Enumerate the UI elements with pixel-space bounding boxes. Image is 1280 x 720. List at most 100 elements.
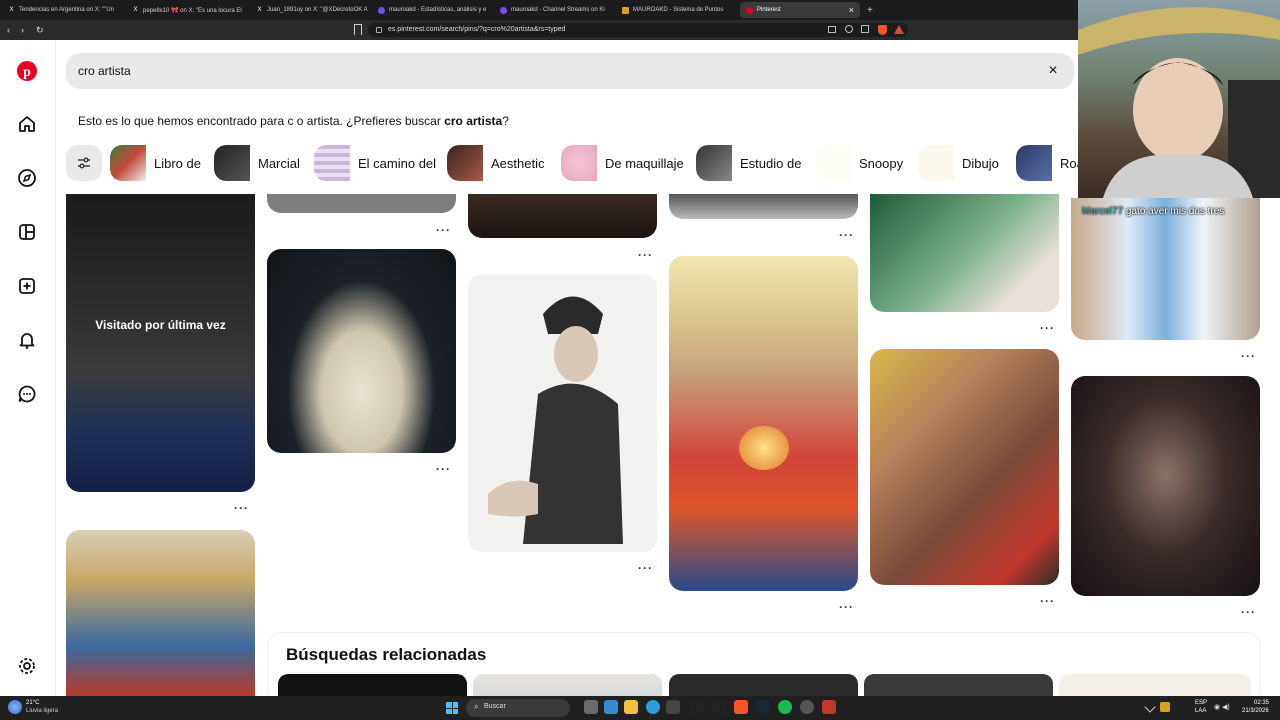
site-info-icon[interactable]: [376, 27, 382, 33]
browser-tab[interactable]: mauroakd - Channel Streams on Ki: [494, 2, 612, 18]
pin-more-button[interactable]: ···: [234, 502, 249, 514]
browser-tab[interactable]: X Tendencias en Argentina on X: ""Un: [2, 2, 122, 18]
chip-el-camino-del[interactable]: El camino del: [314, 145, 440, 181]
pin-more-button[interactable]: ···: [1040, 322, 1055, 334]
app-mm-icon[interactable]: [712, 700, 726, 714]
boards-icon[interactable]: [16, 221, 38, 243]
brave-icon[interactable]: [734, 700, 748, 714]
visited-label: Visitado por última vez: [95, 318, 226, 332]
pin-more-button[interactable]: ···: [839, 601, 854, 613]
explore-icon[interactable]: [16, 167, 38, 189]
zoom-icon[interactable]: [845, 25, 853, 33]
chip-thumbnail: [696, 145, 732, 181]
pin-more-button[interactable]: ···: [1040, 595, 1055, 607]
browser-tab-active[interactable]: Pinterest ×: [740, 2, 860, 18]
tray-app-icon[interactable]: [1160, 702, 1170, 712]
file-explorer-icon[interactable]: [624, 700, 638, 714]
back-icon[interactable]: ‹: [7, 24, 10, 36]
pin-image[interactable]: [870, 349, 1059, 585]
chip-roa[interactable]: Roa: [1016, 145, 1078, 181]
notifications-icon[interactable]: [16, 329, 38, 351]
pin-more-button[interactable]: ···: [436, 224, 451, 236]
pin-more-button[interactable]: ···: [839, 229, 854, 241]
chip-de-maquillaje[interactable]: De maquillaje: [561, 145, 687, 181]
brave-shield-icon[interactable]: [878, 25, 887, 35]
pin-more-button[interactable]: ···: [638, 249, 653, 261]
new-tab-button[interactable]: +: [864, 2, 878, 18]
kick-icon: [378, 6, 385, 14]
settings-icon[interactable]: [16, 655, 38, 677]
pin-image[interactable]: [66, 530, 255, 696]
app-fe-icon[interactable]: [690, 700, 704, 714]
obs-icon[interactable]: [800, 700, 814, 714]
filter-button[interactable]: [66, 145, 102, 181]
windows-start-icon[interactable]: [446, 702, 458, 714]
search-suggestion: Esto es lo que hemos encontrado para c o…: [78, 114, 509, 128]
chip-thumbnail: [314, 145, 350, 181]
browser-tab[interactable]: MAUROAKD - Sistema de Puntos: [616, 2, 734, 18]
pinterest-icon: [746, 6, 753, 14]
clock-time[interactable]: 02:35: [1254, 700, 1269, 706]
bookmark-icon[interactable]: [354, 24, 362, 35]
pin-more-button[interactable]: ···: [1241, 350, 1256, 362]
search-icon: ⌕: [474, 702, 479, 711]
forward-icon[interactable]: ›: [21, 24, 24, 36]
search-input[interactable]: cro artista: [66, 53, 1074, 89]
chip-libro-de[interactable]: Libro de: [110, 145, 206, 181]
network-volume-icon[interactable]: ◉ ◀): [1214, 703, 1244, 711]
pin-image[interactable]: [1071, 376, 1260, 596]
share-icon[interactable]: [861, 25, 869, 33]
chat-username: Marcel77: [1082, 206, 1124, 217]
suggested-term-link[interactable]: cro artista: [444, 114, 502, 128]
pin-image[interactable]: [669, 256, 858, 591]
pin-image[interactable]: [870, 194, 1059, 312]
pin-image[interactable]: [267, 194, 456, 213]
language-indicator[interactable]: ESP: [1195, 700, 1207, 706]
url-field[interactable]: es.pinterest.com/search/pins/?q=cro%20ar…: [368, 23, 908, 37]
chip-marcial[interactable]: Marcial: [214, 145, 306, 181]
pin-image[interactable]: [669, 194, 858, 219]
task-view-icon[interactable]: [584, 700, 598, 714]
create-icon[interactable]: [16, 275, 38, 297]
pin-more-button[interactable]: ···: [1241, 606, 1256, 618]
browser-tab[interactable]: Xpepe8x10 🎀 on X: "Es una locura El: [126, 2, 246, 18]
x-icon: X: [133, 6, 138, 13]
pin-visited[interactable]: Visitado por última vez: [66, 194, 255, 492]
chip-snoopy[interactable]: Snoopy: [815, 145, 910, 181]
clear-search-icon[interactable]: ×: [1044, 62, 1062, 80]
sacred-heart-graphic: [739, 426, 789, 470]
pinterest-logo-icon[interactable]: p: [16, 60, 38, 82]
cast-icon[interactable]: [828, 26, 836, 33]
edge-icon[interactable]: [646, 700, 660, 714]
filter-icon: [78, 157, 90, 169]
steam-icon[interactable]: [756, 700, 770, 714]
recording-app-icon[interactable]: [822, 700, 836, 714]
pin-more-button[interactable]: ···: [638, 562, 653, 574]
browser-tab[interactable]: mauroakd - Estadísticas, análisis y e: [372, 2, 490, 18]
chip-dibujo[interactable]: Dibujo: [918, 145, 1008, 181]
chip-thumbnail: [918, 145, 954, 181]
brave-rewards-icon[interactable]: [894, 25, 904, 34]
pin-image[interactable]: [267, 249, 456, 453]
close-tab-icon[interactable]: ×: [849, 5, 854, 15]
weather-icon[interactable]: [8, 700, 22, 714]
illustration: [488, 296, 623, 544]
widgets-icon[interactable]: [604, 700, 618, 714]
pin-image[interactable]: [468, 274, 657, 552]
svg-text:p: p: [23, 65, 31, 80]
home-icon[interactable]: [16, 113, 38, 135]
browser-tab[interactable]: X Juan_1891uy on X: "@XDecretoOK A: [250, 2, 370, 18]
store-icon[interactable]: [666, 700, 680, 714]
chip-thumbnail: [447, 145, 483, 181]
chip-aesthetic[interactable]: Aesthetic: [447, 145, 553, 181]
messages-icon[interactable]: [16, 383, 38, 405]
chip-estudio-de[interactable]: Estudio de: [696, 145, 806, 181]
spotify-icon[interactable]: [778, 700, 792, 714]
pin-more-button[interactable]: ···: [436, 463, 451, 475]
pin-image[interactable]: [1071, 198, 1260, 340]
reload-icon[interactable]: ↻: [36, 24, 44, 36]
pin-image[interactable]: [468, 194, 657, 238]
clock-date[interactable]: 21/3/2026: [1242, 708, 1269, 714]
taskbar-search[interactable]: ⌕ Buscar: [466, 699, 570, 717]
windows-taskbar: [0, 696, 1280, 720]
